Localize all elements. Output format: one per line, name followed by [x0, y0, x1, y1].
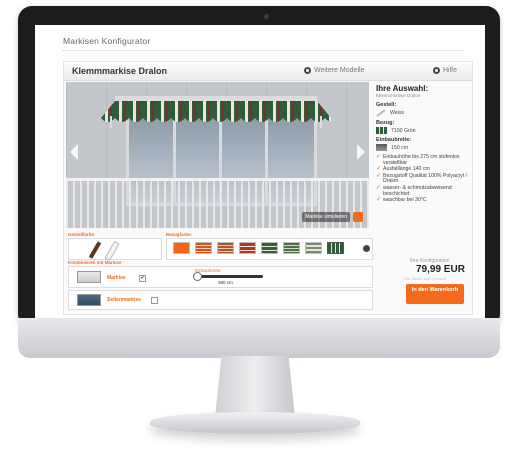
product-title: Klemmmarkise Dralon — [72, 66, 168, 76]
fabric-label: Bezugfarbe: — [166, 232, 193, 237]
frame-brown-option[interactable] — [88, 241, 102, 259]
more-models-label: Weitere Modelle — [314, 67, 365, 74]
panel-header: Klemmmarkise Dralon Weitere Modelle Hilf… — [64, 62, 472, 81]
simulate-label: Markise simulieren — [302, 212, 350, 222]
list-item: ✓ Ausfalllänge 140 cm — [376, 166, 468, 173]
slider-value: 360 cm — [218, 280, 233, 285]
monitor-chin — [18, 318, 500, 358]
fabric-option[interactable] — [239, 242, 256, 254]
configurator-panel: Klemmmarkise Dralon Weitere Modelle Hilf… — [63, 61, 473, 315]
width-label: Einbaubreite: — [376, 137, 412, 143]
fabric-option[interactable] — [173, 242, 190, 254]
fabric-option[interactable] — [305, 242, 322, 254]
combine-awning-row: Markise ✔ Einbaubreite: 360 cm — [68, 266, 373, 288]
combine-item2-checkbox[interactable] — [151, 297, 158, 304]
arrow-circle-icon — [304, 67, 311, 74]
feature-text: Ausfalllänge 140 cm — [383, 166, 430, 173]
feature-list: ✓ Einbauhöhe bis 275 cm stufenlos verstel… — [376, 154, 468, 204]
list-item: ✓ Bezugstoff Qualität 100% Polyacryl / Dr… — [376, 172, 468, 185]
frame-white-option[interactable] — [104, 240, 120, 262]
frame-color-label: Gestellfarbe: — [68, 232, 96, 237]
monitor-stand-neck — [215, 356, 295, 418]
combine-side-row: Seitenmarkise — [68, 290, 373, 310]
prev-arrow-icon[interactable] — [70, 144, 78, 160]
combine-item1-checkbox[interactable]: ✔ — [139, 275, 146, 282]
simulate-control[interactable]: Markise simulieren — [302, 212, 363, 222]
cover-swatch — [376, 127, 387, 134]
side-awning-thumb-icon — [77, 294, 101, 306]
more-models-link[interactable]: Weitere Modelle — [304, 67, 364, 74]
awning-image — [101, 96, 331, 128]
fabric-picker — [166, 238, 373, 260]
frame-label: Gestell: — [376, 102, 397, 108]
check-icon: ✓ — [376, 166, 382, 173]
cover-value: 7100 Grün — [391, 127, 416, 134]
speaker-icon[interactable] — [353, 212, 363, 222]
help-link[interactable]: Hilfe — [433, 67, 457, 74]
combine-label: Kombinieren mit Markise — [68, 260, 122, 265]
width-slider-handle[interactable] — [193, 272, 202, 281]
camera-icon — [264, 14, 269, 19]
check-icon: ✓ — [376, 172, 382, 179]
cover-summary: 7100 Grün — [376, 127, 468, 134]
feature-text: Einbauhöhe bis 275 cm stufenlos verstell… — [383, 154, 460, 166]
width-slider[interactable] — [193, 275, 263, 278]
fabric-option[interactable] — [217, 242, 234, 254]
list-item: ✓ waschbar bei 30°C — [376, 197, 468, 204]
add-to-cart-button[interactable]: In den Warenkorb — [406, 284, 464, 304]
width-summary: 150 cm — [376, 144, 468, 151]
selection-summary: Ihre Auswahl: Klemmmarkise Dralon Gestel… — [376, 84, 468, 205]
frame-value: Weiss — [390, 110, 405, 116]
feature-text: wasser- & schmutzabweisend beschichtet — [383, 184, 452, 197]
frame-color-icon — [376, 109, 386, 117]
next-arrow-icon[interactable] — [357, 144, 365, 160]
selection-subheading: Klemmmarkise Dralon — [376, 93, 421, 98]
list-item: ✓ wasser- & schmutzabweisend beschichtet — [376, 184, 468, 197]
list-item: ✓ Einbauhöhe bis 275 cm stufenlos verstel… — [376, 154, 468, 166]
combine-item2-label: Seitenmarkise — [107, 297, 141, 303]
imac-mockup: Markisen Konfigurator Klemmmarkise Dralo… — [0, 0, 514, 455]
frame-summary: Weiss — [376, 109, 468, 117]
feature-text: waschbar bei 30°C — [383, 197, 427, 204]
selection-heading: Ihre Auswahl: — [376, 84, 429, 93]
help-circle-icon — [433, 67, 440, 74]
fabric-option[interactable] — [283, 242, 300, 254]
frame-color-picker — [68, 238, 162, 262]
price: 79,99 EUR — [416, 264, 465, 275]
awning-preview: Markise simulieren — [66, 82, 369, 228]
screen: Markisen Konfigurator Klemmmarkise Dralo… — [35, 25, 485, 318]
fabric-option-selected[interactable] — [327, 242, 344, 254]
price-note: inkl. MwSt. zzgl. Versand — [404, 277, 447, 281]
fabric-option[interactable] — [261, 242, 278, 254]
arrow-right-icon[interactable] — [363, 245, 370, 252]
combine-item1-label: Markise — [107, 275, 126, 281]
fabric-option[interactable] — [195, 242, 212, 254]
help-label: Hilfe — [443, 67, 458, 74]
check-icon: ✓ — [376, 154, 382, 160]
awning-thumb-icon — [77, 271, 101, 283]
check-icon: ✓ — [376, 197, 382, 204]
width-icon — [376, 144, 387, 151]
width-value: 150 cm — [391, 144, 409, 151]
page-title: Markisen Konfigurator — [63, 36, 151, 46]
title-divider — [63, 50, 463, 51]
check-icon: ✓ — [376, 184, 382, 191]
feature-text: Bezugstoff Qualität 100% Polyacryl / Dra… — [383, 172, 467, 185]
monitor-stand-base — [150, 412, 360, 434]
cover-label: Bezug: — [376, 120, 395, 126]
